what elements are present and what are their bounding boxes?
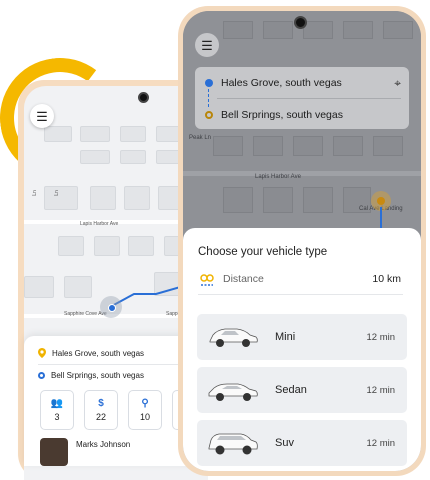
vehicle-eta: 12 min	[366, 385, 395, 396]
pin-icon	[38, 348, 46, 358]
hamburger-icon: ☰	[201, 37, 213, 53]
vehicle-name: Mini	[275, 331, 296, 343]
stat-value: 10	[139, 412, 150, 422]
dropoff-label: Bell Srprings, south vegas	[51, 371, 144, 380]
pickup-input[interactable]: Hales Grove, south vegas	[205, 77, 342, 89]
stat-passengers: 👥 3	[40, 390, 74, 430]
sheet-title: Choose your vehicle type	[198, 246, 328, 258]
destination-dot-icon	[38, 372, 45, 379]
vehicle-option-mini[interactable]: Mini 12 min	[197, 314, 407, 360]
hamburger-icon: ☰	[36, 108, 48, 124]
camera-icon	[294, 16, 307, 29]
distance-row: Distance 10 km	[198, 272, 403, 295]
pickup-text: Hales Grove, south vegas	[221, 77, 342, 89]
vehicle-sheet: Choose your vehicle type Distance 10 km …	[183, 228, 421, 471]
driver-avatar	[40, 438, 68, 466]
stat-value: 22	[95, 412, 106, 422]
origin-dot-icon	[205, 79, 213, 87]
vehicle-eta: 12 min	[366, 332, 395, 343]
route-icon: ⚲	[141, 398, 149, 409]
group-icon: 👥	[50, 398, 64, 409]
map-road-label: Peak Ln	[189, 135, 212, 141]
vehicle-eta: 12 min	[366, 438, 395, 449]
trip-summary-card: Hales Grove, south vegas Bell Srprings, …	[24, 336, 194, 466]
pickup-row[interactable]: Hales Grove, south vegas	[38, 348, 144, 358]
car-icon	[209, 328, 258, 347]
dropoff-input[interactable]: Bell Srprings, south vegas	[205, 109, 343, 121]
driver-name: Marks Johnson	[76, 440, 131, 449]
vehicle-name: Suv	[275, 437, 294, 449]
vehicle-name: Sedan	[275, 384, 307, 396]
car-icon	[208, 383, 258, 401]
map-road-label: Lapis Harbor Ave	[255, 174, 301, 180]
front-phone: Peak Ln Lapis Harbor Ave Cal Ave Landing…	[178, 6, 426, 476]
camera-icon	[138, 92, 149, 103]
stat-distance: ⚲ 10	[128, 390, 162, 430]
stat-value: 3	[54, 412, 60, 422]
front-phone-screen: Peak Ln Lapis Harbor Ave Cal Ave Landing…	[183, 11, 421, 471]
route-icon	[200, 274, 214, 286]
destination-dot-icon	[205, 111, 213, 119]
vehicle-option-sedan[interactable]: Sedan 12 min	[197, 367, 407, 413]
route-line	[380, 207, 382, 229]
dollar-icon: $	[98, 398, 104, 409]
distance-value: 10 km	[372, 273, 401, 285]
stat-fare: $ 22	[84, 390, 118, 430]
dropoff-text: Bell Srprings, south vegas	[221, 109, 343, 121]
distance-label: Distance	[223, 273, 264, 285]
route-search-card: Hales Grove, south vegas ⌖ Bell Srprings…	[195, 67, 409, 129]
locate-icon[interactable]: ⌖	[394, 77, 401, 89]
car-icon	[208, 433, 258, 455]
menu-button[interactable]: ☰	[30, 104, 54, 128]
destination-marker	[377, 197, 385, 205]
menu-button[interactable]: ☰	[195, 33, 219, 57]
current-location-dot	[108, 304, 116, 312]
pickup-label: Hales Grove, south vegas	[52, 348, 145, 358]
vehicle-option-suv[interactable]: Suv 12 min	[197, 420, 407, 466]
dropoff-row[interactable]: Bell Srprings, south vegas	[38, 371, 144, 380]
